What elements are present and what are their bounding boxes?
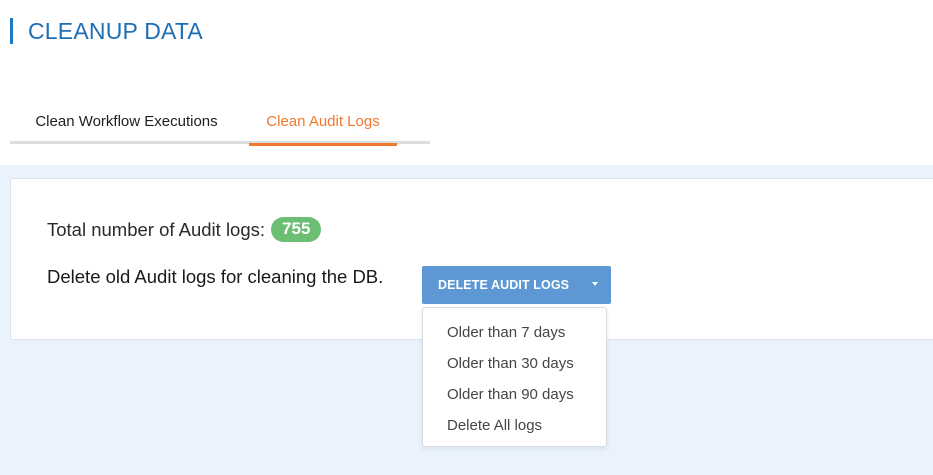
total-audit-logs-label: Total number of Audit logs: bbox=[47, 218, 266, 240]
tab-bar: Clean Workflow Executions Clean Audit Lo… bbox=[10, 99, 430, 146]
page-header: CLEANUP DATA bbox=[10, 18, 203, 44]
tab-clean-workflow-executions[interactable]: Clean Workflow Executions bbox=[10, 99, 243, 144]
dropdown-item-older-than-7-days[interactable]: Older than 7 days bbox=[423, 317, 606, 348]
tab-clean-audit-logs[interactable]: Clean Audit Logs bbox=[249, 99, 397, 146]
delete-audit-logs-row: Delete old Audit logs for cleaning the D… bbox=[47, 266, 383, 288]
delete-audit-logs-text: Delete old Audit logs for cleaning the D… bbox=[47, 266, 384, 287]
page-title: CLEANUP DATA bbox=[28, 17, 203, 44]
audit-log-count-badge: 755 bbox=[271, 217, 322, 242]
page: CLEANUP DATA Clean Workflow Executions C… bbox=[0, 0, 933, 475]
dropdown-item-delete-all-logs[interactable]: Delete All logs bbox=[423, 410, 606, 441]
dropdown-item-older-than-90-days[interactable]: Older than 90 days bbox=[423, 379, 606, 410]
delete-audit-logs-button[interactable]: DELETE AUDIT LOGS bbox=[422, 266, 611, 304]
dropdown-item-older-than-30-days[interactable]: Older than 30 days bbox=[423, 348, 606, 379]
total-audit-logs-row: Total number of Audit logs: 755 bbox=[47, 217, 322, 242]
delete-options-dropdown: Older than 7 days Older than 30 days Old… bbox=[422, 307, 607, 447]
delete-audit-logs-button-label: DELETE AUDIT LOGS bbox=[438, 278, 570, 292]
caret-down-icon bbox=[592, 282, 598, 286]
